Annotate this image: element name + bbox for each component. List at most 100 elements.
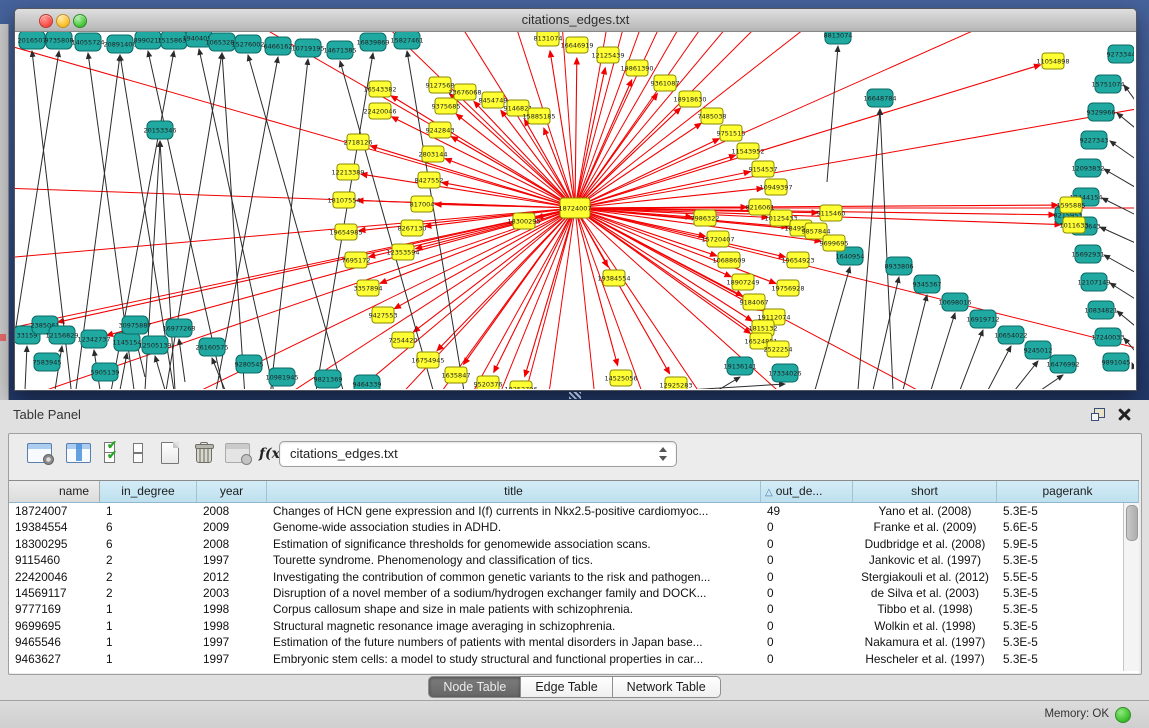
table-cell[interactable]: 6 — [100, 536, 197, 552]
table-cell[interactable]: 14569117 — [9, 585, 100, 601]
table-cell[interactable]: 5.3E-5 — [997, 618, 1124, 634]
table-cell[interactable]: 5.3E-5 — [997, 634, 1124, 650]
column-header-name[interactable]: name — [9, 481, 100, 502]
graph-edge[interactable] — [1117, 311, 1134, 330]
table-cell[interactable]: 5.9E-5 — [997, 536, 1124, 552]
table-cell[interactable]: Hescheler et al. (1997) — [853, 651, 997, 667]
table-cell[interactable]: 0 — [761, 519, 853, 535]
graph-edge[interactable] — [960, 330, 983, 389]
table-cell[interactable]: Disruption of a novel member of a sodium… — [267, 585, 761, 601]
table-cell[interactable]: 5.3E-5 — [997, 601, 1124, 617]
graph-edge[interactable] — [931, 313, 955, 389]
graph-edge[interactable] — [120, 353, 127, 389]
table-cell[interactable]: 2 — [100, 569, 197, 585]
column-header-title[interactable]: title — [267, 481, 761, 502]
graph-edge[interactable] — [464, 208, 575, 364]
table-cell[interactable]: de Silva et al. (2003) — [853, 585, 997, 601]
close-panel-icon[interactable] — [1118, 408, 1131, 421]
table-cell[interactable]: Yano et al. (2008) — [853, 503, 997, 519]
table-cell[interactable]: 49 — [761, 503, 853, 519]
table-cell[interactable]: 9463627 — [9, 651, 100, 667]
pane-resize-grip[interactable] — [569, 392, 581, 399]
network-canvas[interactable]: 2016507973580814055724208914068990215151… — [15, 32, 1134, 389]
graph-edge[interactable] — [445, 159, 575, 208]
graph-edge[interactable] — [413, 208, 575, 332]
table-cell[interactable]: 0 — [761, 618, 853, 634]
table-cell[interactable]: 2008 — [197, 503, 267, 519]
table-cell[interactable]: Estimation of the future numbers of pati… — [267, 634, 761, 650]
scrollbar-thumb[interactable] — [1126, 505, 1138, 541]
table-cell[interactable]: 1 — [100, 618, 197, 634]
graph-edge[interactable] — [315, 53, 373, 389]
table-cell[interactable]: 6 — [100, 519, 197, 535]
table-cell[interactable]: 5.3E-5 — [997, 651, 1124, 667]
table-cell[interactable]: 1998 — [197, 601, 267, 617]
table-cell[interactable]: 2008 — [197, 536, 267, 552]
select-all-icon[interactable]: ✔✔ — [104, 442, 122, 462]
table-row[interactable]: 946554611997Estimation of the future num… — [9, 634, 1124, 650]
table-cell[interactable]: 9777169 — [9, 601, 100, 617]
graph-edge[interactable] — [1041, 375, 1063, 389]
table-cell[interactable]: Wolkin et al. (1998) — [853, 618, 997, 634]
graph-edge[interactable] — [1104, 255, 1134, 275]
table-cell[interactable]: Investigating the contribution of common… — [267, 569, 761, 585]
table-row[interactable]: 1938455462009Genome-wide association stu… — [9, 519, 1124, 535]
table-cell[interactable]: 5.3E-5 — [997, 585, 1124, 601]
table-row[interactable]: 1456911722003Disruption of a novel membe… — [9, 585, 1124, 601]
table-row[interactable]: 911546021997Tourette syndrome. Phenomeno… — [9, 552, 1124, 568]
graph-edge[interactable] — [437, 208, 575, 351]
vertical-scrollbar[interactable] — [1123, 503, 1139, 671]
delete-table-icon[interactable] — [195, 442, 212, 462]
table-row[interactable]: 2242004622012Investigating the contribut… — [9, 569, 1124, 585]
graph-edge[interactable] — [179, 339, 185, 382]
table-cell[interactable]: 0 — [761, 651, 853, 667]
table-cell[interactable]: 1997 — [197, 552, 267, 568]
graph-edge[interactable] — [550, 51, 575, 208]
table-cell[interactable]: 0 — [761, 585, 853, 601]
tab-edge-table[interactable]: Edge Table — [521, 676, 612, 698]
table-row[interactable]: 1830029562008Estimation of significance … — [9, 536, 1124, 552]
graph-edge[interactable] — [575, 32, 1054, 208]
graph-edge[interactable] — [1132, 363, 1134, 382]
column-header-year[interactable]: year — [197, 481, 267, 502]
table-cell[interactable]: 1997 — [197, 651, 267, 667]
graph-edge[interactable] — [155, 356, 165, 389]
graph-edge[interactable] — [880, 109, 893, 389]
table-cell[interactable]: 1 — [100, 503, 197, 519]
table-cell[interactable]: 2 — [100, 585, 197, 601]
graph-edge[interactable] — [903, 295, 927, 389]
table-cell[interactable]: 0 — [761, 601, 853, 617]
table-cell[interactable]: Tibbo et al. (1998) — [853, 601, 997, 617]
graph-edge[interactable] — [25, 346, 27, 389]
new-table-icon[interactable] — [161, 442, 179, 464]
table-row[interactable]: 977716911998Corpus callosum shape and si… — [9, 601, 1124, 617]
table-cell[interactable]: 0 — [761, 634, 853, 650]
table-cell[interactable]: 2003 — [197, 585, 267, 601]
table-cell[interactable]: 9465546 — [9, 634, 100, 650]
table-cell[interactable]: Jankovic et al. (1997) — [853, 552, 997, 568]
graph-edge[interactable] — [451, 137, 575, 208]
table-cell[interactable]: 18300295 — [9, 536, 100, 552]
table-row[interactable]: 969969511998Structural magnetic resonanc… — [9, 618, 1124, 634]
table-cell[interactable]: 1 — [100, 634, 197, 650]
table-mode-icon[interactable] — [27, 443, 52, 463]
graph-edge[interactable] — [142, 32, 575, 208]
table-selector-dropdown[interactable]: citations_edges.txt — [279, 441, 677, 467]
graph-edge[interactable] — [988, 346, 1011, 389]
table-cell[interactable]: 5.3E-5 — [997, 552, 1124, 568]
table-row[interactable]: 946362711997Embryonic stem cells: a mode… — [9, 651, 1124, 667]
graph-edge[interactable] — [1110, 283, 1134, 302]
graph-edge[interactable] — [392, 117, 575, 208]
table-cell[interactable]: Tourette syndrome. Phenomenology and cla… — [267, 552, 761, 568]
unselect-all-icon[interactable] — [133, 442, 143, 462]
graph-edge[interactable] — [1117, 113, 1134, 132]
graph-edge[interactable] — [575, 108, 681, 208]
column-header-short[interactable]: short — [853, 481, 997, 502]
graph-edge[interactable] — [575, 58, 577, 208]
table-row[interactable]: 1872400712008Changes of HCN gene express… — [9, 503, 1124, 519]
table-cell[interactable]: 0 — [761, 569, 853, 585]
table-cell[interactable]: Estimation of significance thresholds fo… — [267, 536, 761, 552]
table-cell[interactable]: Structural magnetic resonance image aver… — [267, 618, 761, 634]
table-cell[interactable]: 2009 — [197, 519, 267, 535]
show-columns-icon[interactable] — [66, 443, 91, 463]
